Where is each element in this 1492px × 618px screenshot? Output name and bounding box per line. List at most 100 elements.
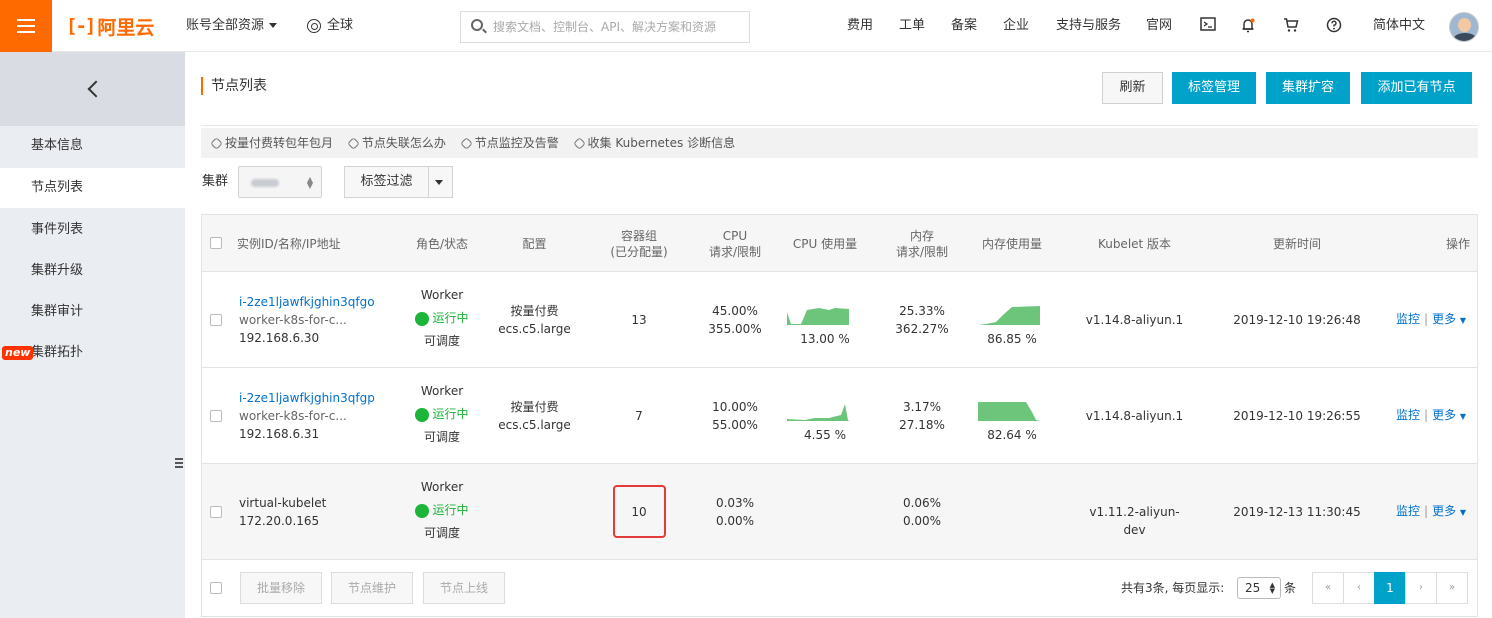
node-maintain-button[interactable]: 节点维护 xyxy=(331,572,414,604)
monitor-link[interactable]: 监控 xyxy=(1396,312,1420,326)
top-bar: [-]阿里云 账号全部资源 全球 费用 工单 备案 企业 支持与服务 官网 简体… xyxy=(0,0,1492,52)
col-memory-line2: 请求/限制 xyxy=(895,244,949,259)
page-size-value: 25 xyxy=(1245,581,1261,595)
col-pods-line2: (已分配量) xyxy=(610,244,668,259)
memory-usage: 82.64 % xyxy=(987,428,1037,442)
batch-remove-button[interactable]: 批量移除 xyxy=(240,572,323,604)
tip-link-monitoring[interactable]: 节点监控及告警 xyxy=(459,136,565,150)
nav-fees[interactable]: 费用 xyxy=(847,0,873,52)
sidebar-item-cluster-audit[interactable]: 集群审计 xyxy=(0,292,185,332)
sidebar-item-label: 集群升级 xyxy=(31,263,84,278)
sidebar-item-label: 基本信息 xyxy=(31,138,84,153)
node-status: 运行中 xyxy=(432,503,469,517)
tag-management-button[interactable]: 标签管理 xyxy=(1172,72,1256,104)
footer-select-all-checkbox[interactable] xyxy=(210,582,222,594)
tip-link-billing[interactable]: 按量付费转包年包月 xyxy=(210,136,339,150)
node-role: Worker xyxy=(420,288,464,302)
sidebar-collapse-handle[interactable] xyxy=(172,434,186,494)
refresh-button[interactable]: 刷新 xyxy=(1102,72,1163,104)
link-icon xyxy=(459,137,473,150)
first-page-button[interactable]: « xyxy=(1312,572,1344,604)
hamburger-menu-icon[interactable] xyxy=(0,0,52,52)
tag-filter-dropdown[interactable]: 标签过滤 xyxy=(344,166,453,198)
cpu-limit: 0.00% xyxy=(715,514,755,528)
last-page-button[interactable]: » xyxy=(1436,572,1468,604)
next-page-button[interactable]: › xyxy=(1405,572,1437,604)
col-memory-line1: 内存 xyxy=(909,228,934,243)
table-row: virtual-kubelet 172.20.0.165 Worker 运行中 … xyxy=(202,464,1477,560)
kubelet-version: v1.11.2-aliyun-dev xyxy=(1089,505,1180,537)
nav-official-site[interactable]: 官网 xyxy=(1146,0,1172,52)
tip-label: 按量付费转包年包月 xyxy=(225,136,334,150)
instance-name: worker-k8s-for-c... xyxy=(239,313,347,327)
bell-icon[interactable] xyxy=(1239,17,1257,35)
cpu-request: 45.00% xyxy=(712,304,758,318)
terminal-icon[interactable] xyxy=(1199,17,1217,35)
cluster-select[interactable]: ▲ ▼ xyxy=(238,166,322,198)
action-separator: | xyxy=(1424,504,1429,518)
sidebar-item-cluster-upgrade[interactable]: 集群升级 xyxy=(0,251,185,291)
sidebar-item-cluster-topology[interactable]: new 集群拓扑 xyxy=(0,333,185,373)
nav-enterprise[interactable]: 企业 xyxy=(1003,0,1029,52)
tip-link-diagnosis[interactable]: 收集 Kubernetes 诊断信息 xyxy=(572,136,742,150)
nav-tickets[interactable]: 工单 xyxy=(899,0,925,52)
account-resources-dropdown[interactable]: 账号全部资源 xyxy=(186,0,278,52)
memory-request: 0.06% xyxy=(902,496,942,510)
page-size-select[interactable]: 25 ▲ ▼ xyxy=(1237,577,1281,599)
pagination-summary: 共有3条, 每页显示: xyxy=(1121,581,1225,595)
instance-name: worker-k8s-for-c... xyxy=(239,409,347,423)
tip-link-node-lost[interactable]: 节点失联怎么办 xyxy=(346,136,452,150)
nav-filing[interactable]: 备案 xyxy=(951,0,977,52)
more-actions-link[interactable]: 更多 ▼ xyxy=(1432,312,1466,326)
tip-label: 收集 Kubernetes 诊断信息 xyxy=(587,136,736,150)
back-chevron-icon[interactable] xyxy=(0,52,185,126)
tip-label: 节点失联怎么办 xyxy=(361,136,446,150)
instance-id-link[interactable]: i-2ze1ljawfkjghin3qfgo xyxy=(239,293,375,311)
user-avatar[interactable] xyxy=(1449,12,1479,42)
updated-time: 2019-12-13 11:30:45 xyxy=(1233,505,1361,519)
sidebar-item-node-list[interactable]: 节点列表 xyxy=(0,168,185,208)
nav-support[interactable]: 支持与服务 xyxy=(1056,0,1121,52)
cart-icon[interactable] xyxy=(1282,17,1300,35)
sidebar-item-event-list[interactable]: 事件列表 xyxy=(0,210,185,250)
more-actions-link[interactable]: 更多 ▼ xyxy=(1432,504,1466,518)
help-icon[interactable] xyxy=(1325,17,1343,35)
language-switch[interactable]: 简体中文 xyxy=(1373,0,1425,52)
region-label: 全球 xyxy=(327,18,354,33)
logo-text: 阿里云 xyxy=(97,16,155,39)
cpu-limit: 55.00% xyxy=(712,418,758,432)
action-separator: | xyxy=(1424,312,1429,326)
sidebar-item-basic-info[interactable]: 基本信息 xyxy=(0,126,185,166)
node-role: Worker xyxy=(420,384,464,398)
main-content: 节点列表 刷新 标签管理 集群扩容 添加已有节点 按量付费转包年包月 节点失联怎… xyxy=(185,52,1492,618)
new-badge: new xyxy=(2,346,34,360)
col-kubelet: Kubelet 版本 xyxy=(1097,236,1172,251)
monitor-link[interactable]: 监控 xyxy=(1396,504,1420,518)
prev-page-button[interactable]: ‹ xyxy=(1343,572,1375,604)
memory-limit: 27.18% xyxy=(899,418,945,432)
more-label: 更多 xyxy=(1432,408,1457,422)
row-checkbox[interactable] xyxy=(210,410,222,422)
page-button-current[interactable]: 1 xyxy=(1374,572,1406,604)
region-selector[interactable]: 全球 xyxy=(307,0,353,52)
instance-ip: 192.168.6.30 xyxy=(239,331,320,345)
row-checkbox[interactable] xyxy=(210,314,222,326)
more-label: 更多 xyxy=(1432,312,1457,326)
more-actions-link[interactable]: 更多 ▼ xyxy=(1432,408,1466,422)
pod-count: 10 xyxy=(631,505,647,519)
scale-cluster-button[interactable]: 集群扩容 xyxy=(1266,72,1350,104)
search-input[interactable] xyxy=(493,12,743,42)
instance-id-link[interactable]: i-2ze1ljawfkjghin3qfgp xyxy=(239,389,375,407)
col-role: 角色/状态 xyxy=(415,236,469,251)
memory-request: 25.33% xyxy=(899,304,945,318)
col-config: 配置 xyxy=(522,236,547,251)
global-search[interactable] xyxy=(460,11,750,43)
node-schedulable: 可调度 xyxy=(423,334,460,348)
aliyun-logo[interactable]: [-] 阿里云 xyxy=(66,14,155,39)
monitor-link[interactable]: 监控 xyxy=(1396,408,1420,422)
row-checkbox[interactable] xyxy=(210,506,222,518)
node-online-button[interactable]: 节点上线 xyxy=(423,572,506,604)
tip-label: 节点监控及告警 xyxy=(474,136,559,150)
select-all-checkbox[interactable] xyxy=(210,237,222,249)
add-existing-node-button[interactable]: 添加已有节点 xyxy=(1361,72,1472,104)
